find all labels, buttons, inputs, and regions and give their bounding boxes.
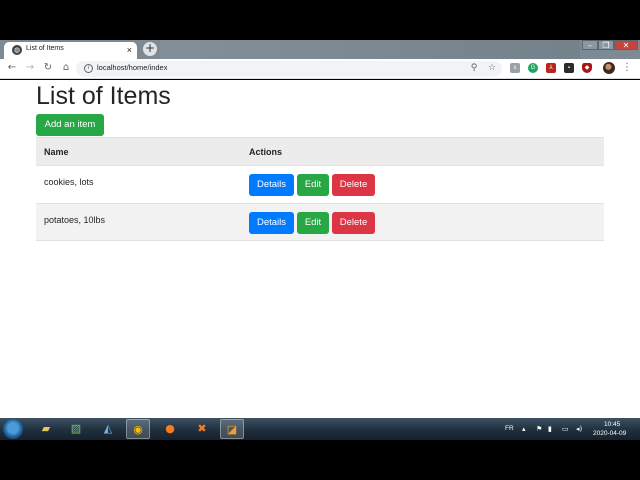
zoom-icon[interactable]: ⚲ xyxy=(468,62,480,74)
clock-date[interactable]: 2020-04-09 xyxy=(593,430,626,437)
chevron-up-icon[interactable]: ▴ xyxy=(522,425,526,433)
flag-icon[interactable]: ⚑ xyxy=(536,425,542,433)
edit-button[interactable]: Edit xyxy=(297,212,329,234)
globe-icon: ◍ xyxy=(12,45,22,55)
home-icon[interactable]: ⌂ xyxy=(60,62,72,74)
grammarly-extension-icon[interactable]: G xyxy=(528,63,538,73)
window-close-button[interactable]: ✕ xyxy=(614,40,638,50)
details-button[interactable]: Details xyxy=(249,212,294,234)
bookmark-star-icon[interactable]: ☆ xyxy=(486,62,498,74)
item-name-cell: cookies, lots xyxy=(44,177,94,187)
tab-close-button[interactable]: × xyxy=(127,44,132,56)
edit-button[interactable]: Edit xyxy=(297,174,329,196)
item-name-cell: potatoes, 10lbs xyxy=(44,215,106,225)
xampp-icon[interactable]: ✖ xyxy=(190,419,214,439)
device-icon[interactable]: ▮ xyxy=(548,425,552,433)
browser-menu-icon[interactable]: ⋮ xyxy=(622,62,632,74)
start-button[interactable] xyxy=(3,419,23,439)
browser-tab[interactable]: ◍ List of Items × xyxy=(4,42,137,59)
shield-extension-icon[interactable]: ◆ xyxy=(582,63,592,73)
back-arrow-icon[interactable]: ← xyxy=(6,62,18,74)
extension-icon[interactable]: s xyxy=(510,63,520,73)
desktop-screen: ◍ List of Items × + – ❐ ✕ ← → ↻ ⌂ i loca… xyxy=(0,0,640,480)
tab-title: List of Items xyxy=(26,45,64,52)
language-indicator[interactable]: FR xyxy=(505,425,514,432)
column-header-actions: Actions xyxy=(249,147,283,157)
delete-button[interactable]: Delete xyxy=(332,174,375,196)
forward-arrow-icon[interactable]: → xyxy=(24,62,36,74)
profile-avatar[interactable] xyxy=(603,62,615,74)
address-bar-url[interactable]: localhost/home/index xyxy=(97,63,167,72)
info-icon[interactable]: i xyxy=(84,64,93,73)
details-button[interactable]: Details xyxy=(249,174,294,196)
chrome-icon[interactable]: ◉ xyxy=(126,419,150,439)
firefox-icon[interactable]: ● xyxy=(158,419,182,439)
new-tab-button[interactable]: + xyxy=(143,42,157,56)
column-header-name: Name xyxy=(44,147,69,157)
extension-icon[interactable]: ▪ xyxy=(564,63,574,73)
app-icon[interactable]: ◭ xyxy=(96,419,120,439)
window-maximize-button[interactable]: ❐ xyxy=(598,40,614,50)
image-app-icon[interactable]: ▨ xyxy=(64,419,88,439)
page-title: List of Items xyxy=(36,82,171,110)
file-explorer-icon[interactable]: ▰ xyxy=(34,419,58,439)
volume-icon[interactable]: ◂) xyxy=(576,425,582,433)
table-header xyxy=(36,137,604,166)
network-icon[interactable]: ▭ xyxy=(562,425,569,433)
add-item-button[interactable]: Add an item xyxy=(36,114,104,136)
delete-button[interactable]: Delete xyxy=(332,212,375,234)
window-minimize-button[interactable]: – xyxy=(582,40,598,50)
clock-time[interactable]: 10:45 xyxy=(604,421,620,428)
reload-icon[interactable]: ↻ xyxy=(42,62,54,74)
sublime-text-icon[interactable]: ◪ xyxy=(220,419,244,439)
pdf-extension-icon[interactable]: ⅄ xyxy=(546,63,556,73)
